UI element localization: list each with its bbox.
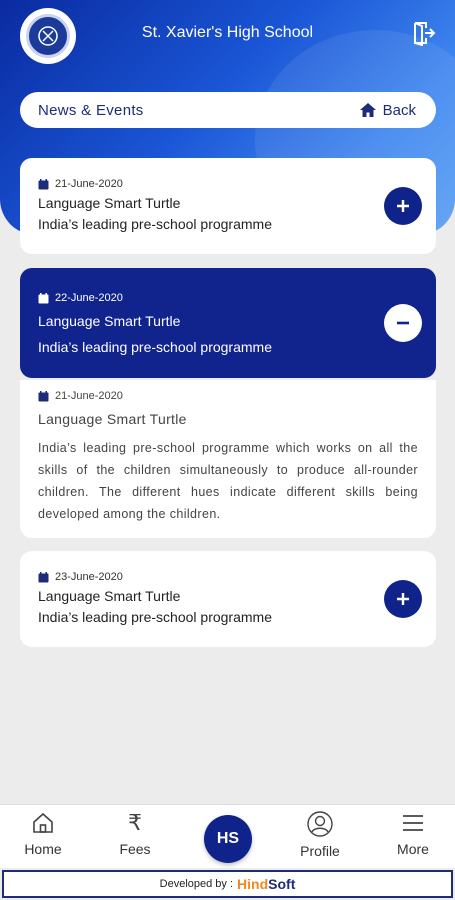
event-title: Language Smart Turtle	[38, 313, 181, 329]
bottom-navigation: Home ₹ Fees HS Profile More	[0, 804, 455, 868]
event-date: 22-June-2020	[55, 292, 123, 304]
menu-icon	[403, 815, 423, 831]
event-subtitle: India’s leading pre-school programme	[38, 216, 272, 232]
nav-profile[interactable]: Profile	[285, 811, 355, 859]
event-card[interactable]: 23-June-2020 Language Smart Turtle India…	[20, 551, 436, 647]
logout-icon[interactable]	[411, 20, 437, 47]
nav-more-label: More	[397, 841, 429, 857]
plus-icon	[397, 593, 409, 605]
event-date-row: 21-June-2020	[38, 178, 418, 190]
profile-icon	[307, 811, 333, 837]
expand-button[interactable]	[384, 580, 422, 618]
calendar-icon	[38, 390, 49, 401]
developer-footer: Developed by : HindSoft	[2, 870, 453, 898]
developed-by-label: Developed by :	[159, 878, 234, 890]
expand-button[interactable]	[384, 187, 422, 225]
event-date: 21-June-2020	[55, 178, 123, 190]
calendar-icon	[38, 571, 49, 582]
nav-fees[interactable]: ₹ Fees	[100, 810, 170, 858]
event-detail-panel: 21-June-2020 Language Smart Turtle India…	[20, 380, 436, 538]
event-subtitle: India’s leading pre-school programme	[38, 339, 272, 355]
minus-icon	[397, 321, 409, 325]
event-date-row: 23-June-2020	[38, 571, 418, 583]
event-card-expanded[interactable]: 22-June-2020 Language Smart Turtle India…	[20, 268, 436, 378]
nav-center-button[interactable]: HS	[204, 815, 252, 863]
event-card[interactable]: 21-June-2020 Language Smart Turtle India…	[20, 158, 436, 254]
home-icon	[359, 103, 376, 117]
event-date-row: 22-June-2020	[38, 292, 418, 304]
event-date: 23-June-2020	[55, 571, 123, 583]
detail-title: Language Smart Turtle	[38, 411, 187, 427]
back-button[interactable]: Back	[359, 102, 416, 119]
event-title: Language Smart Turtle	[38, 588, 181, 604]
detail-date-row: 21-June-2020	[38, 390, 418, 402]
nav-home-label: Home	[24, 841, 62, 857]
calendar-icon	[38, 178, 49, 189]
nav-more[interactable]: More	[378, 811, 448, 857]
section-bar: News & Events Back	[20, 92, 436, 128]
nav-fees-label: Fees	[119, 841, 151, 857]
section-title: News & Events	[38, 101, 144, 119]
back-label: Back	[382, 101, 416, 119]
plus-icon	[397, 200, 409, 212]
nav-home[interactable]: Home	[8, 811, 78, 857]
event-title: Language Smart Turtle	[38, 195, 181, 211]
home-outline-icon	[33, 812, 53, 833]
nav-profile-label: Profile	[300, 843, 340, 859]
detail-date: 21-June-2020	[55, 390, 123, 402]
calendar-icon	[38, 292, 49, 303]
collapse-button[interactable]	[384, 304, 422, 342]
app-title: St. Xavier's High School	[141, 24, 314, 41]
rupee-icon: ₹	[128, 810, 142, 835]
hindsoft-logo: HindSoft	[237, 876, 296, 892]
detail-description: India’s leading pre-school programme whi…	[38, 441, 418, 521]
event-subtitle: India’s leading pre-school programme	[38, 609, 272, 625]
